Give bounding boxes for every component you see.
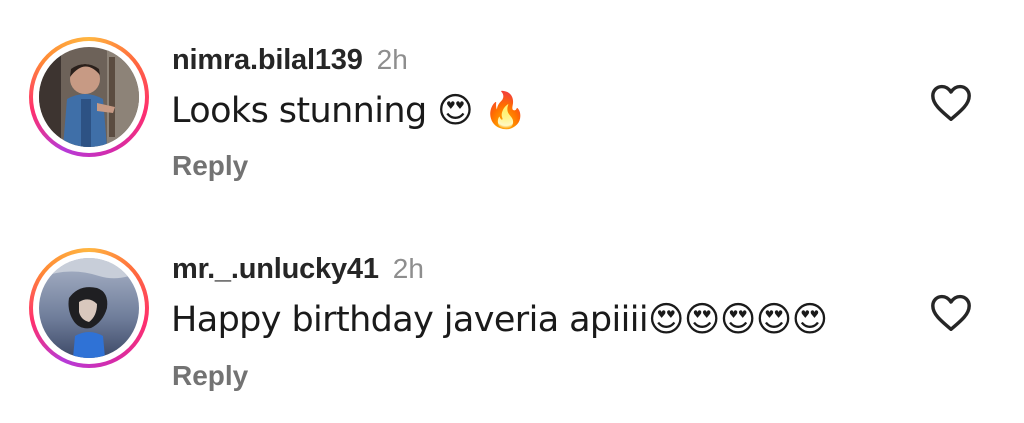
avatar-border xyxy=(33,252,145,364)
story-ring[interactable] xyxy=(29,37,149,157)
story-ring[interactable] xyxy=(29,248,149,368)
reply-button[interactable]: Reply xyxy=(172,150,248,182)
comment-text: Happy birthday javeria apiiii😍😍😍😍😍 xyxy=(171,300,828,340)
comment-header: nimra.bilal139 2h xyxy=(172,44,408,77)
reply-button[interactable]: Reply xyxy=(172,360,248,392)
avatar[interactable] xyxy=(39,47,139,147)
comment-timestamp: 2h xyxy=(376,44,408,75)
avatar-border xyxy=(33,41,145,153)
username-link[interactable]: nimra.bilal139 xyxy=(172,44,363,77)
comment-item: mr._.unlucky41 2h Happy birthday javeria… xyxy=(0,210,1024,410)
avatar[interactable] xyxy=(39,258,139,358)
heart-outline-icon[interactable] xyxy=(929,82,973,122)
comment-text: Looks stunning 😍 🔥 xyxy=(171,91,527,131)
heart-outline-icon[interactable] xyxy=(929,292,973,332)
comment-timestamp: 2h xyxy=(392,253,424,284)
comments-list: nimra.bilal139 2h Looks stunning 😍 🔥 Rep… xyxy=(0,0,1024,423)
comment-header: mr._.unlucky41 2h xyxy=(172,253,424,286)
username-link[interactable]: mr._.unlucky41 xyxy=(172,253,379,286)
comment-item: nimra.bilal139 2h Looks stunning 😍 🔥 Rep… xyxy=(0,0,1024,200)
